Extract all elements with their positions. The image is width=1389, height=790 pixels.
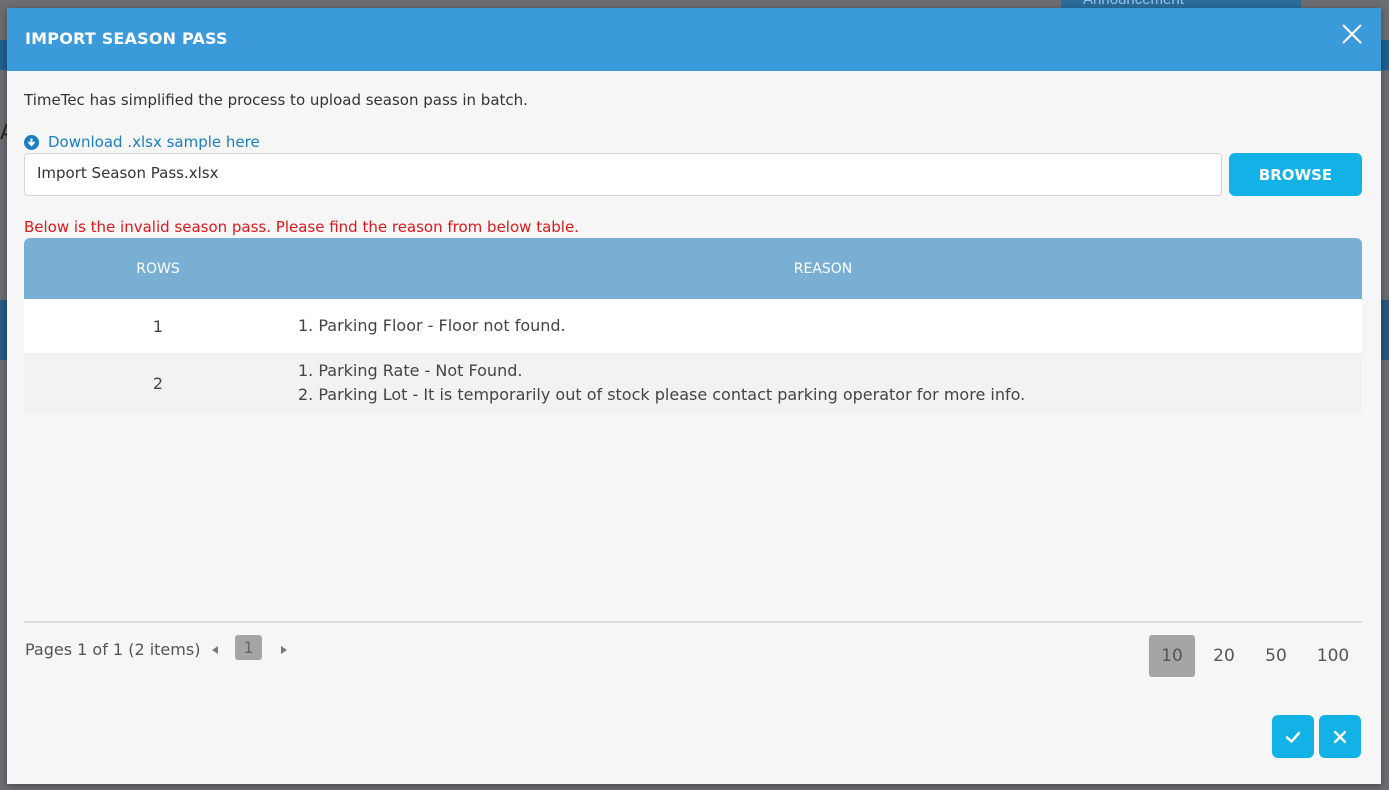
x-icon bbox=[1333, 730, 1347, 743]
caret-right-icon[interactable] bbox=[278, 642, 290, 656]
page-size-50[interactable]: 50 bbox=[1253, 635, 1299, 677]
table-row: 2 1. Parking Rate - Not Found. 2. Parkin… bbox=[24, 353, 1362, 413]
pager-info: Pages 1 of 1 (2 items) bbox=[25, 640, 201, 659]
import-season-pass-modal: IMPORT SEASON PASS TimeTec has simplifie… bbox=[7, 8, 1381, 784]
download-link-label: Download .xlsx sample here bbox=[48, 133, 260, 151]
error-message: Below is the invalid season pass. Please… bbox=[24, 218, 579, 236]
row-reason: 1. Parking Floor - Floor not found. bbox=[292, 314, 566, 338]
reason-line: 2. Parking Lot - It is temporarily out o… bbox=[298, 385, 1026, 404]
intro-text: TimeTec has simplified the process to up… bbox=[24, 91, 528, 109]
cancel-button[interactable] bbox=[1319, 715, 1361, 758]
column-header-reason: REASON bbox=[793, 260, 853, 277]
download-sample-link[interactable]: Download .xlsx sample here bbox=[24, 133, 260, 151]
browse-button[interactable]: BROWSE bbox=[1229, 153, 1362, 196]
file-name-field[interactable]: Import Season Pass.xlsx bbox=[24, 153, 1222, 196]
reason-line: 1. Parking Floor - Floor not found. bbox=[298, 316, 566, 335]
caret-left-icon[interactable] bbox=[209, 642, 221, 656]
page-size-100[interactable]: 100 bbox=[1299, 635, 1367, 677]
modal-header: IMPORT SEASON PASS bbox=[7, 8, 1381, 71]
download-circle-icon bbox=[24, 134, 39, 150]
page-size-selector: 10 20 50 100 bbox=[1149, 635, 1367, 677]
column-header-rows: ROWS bbox=[136, 260, 180, 277]
page-size-10[interactable]: 10 bbox=[1149, 635, 1195, 677]
reason-line: 1. Parking Rate - Not Found. bbox=[298, 361, 523, 380]
invalid-pass-table: ROWS REASON 1 1. Parking Floor - Floor n… bbox=[24, 238, 1362, 413]
row-reason: 1. Parking Rate - Not Found. 2. Parking … bbox=[292, 359, 1025, 407]
table-header: ROWS REASON bbox=[24, 238, 1362, 299]
check-icon bbox=[1285, 731, 1301, 743]
page-number-button[interactable]: 1 bbox=[235, 635, 262, 660]
confirm-button[interactable] bbox=[1272, 715, 1314, 758]
row-number: 1 bbox=[152, 316, 164, 336]
pager-divider bbox=[24, 621, 1362, 623]
background-announcement-text: Announcement bbox=[1083, 0, 1184, 8]
modal-title: IMPORT SEASON PASS bbox=[25, 29, 228, 48]
row-number: 2 bbox=[152, 373, 164, 393]
table-row: 1 1. Parking Floor - Floor not found. bbox=[24, 299, 1362, 353]
close-icon[interactable] bbox=[1340, 22, 1364, 46]
page-size-20[interactable]: 20 bbox=[1195, 635, 1253, 677]
